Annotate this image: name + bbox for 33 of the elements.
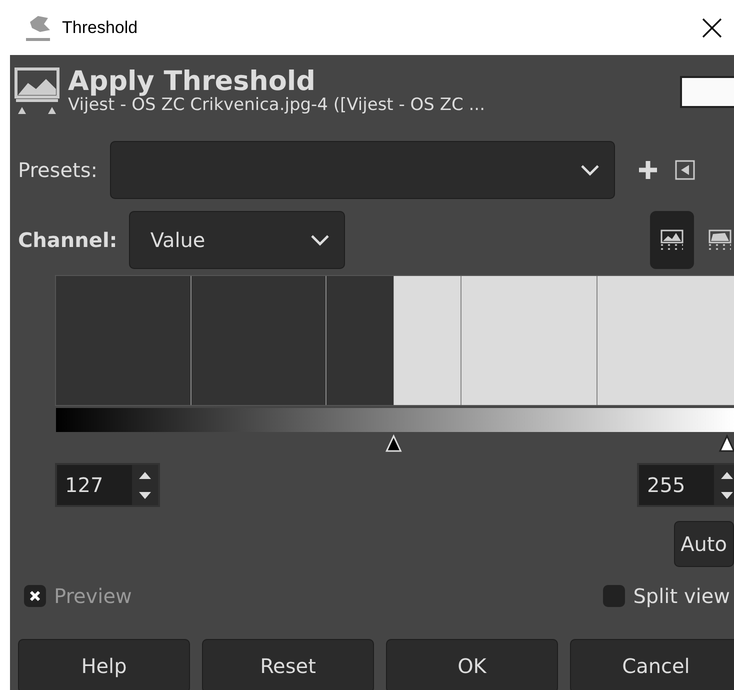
cross-icon [29, 590, 41, 602]
down-arrow-icon[interactable] [138, 490, 152, 500]
checkbox[interactable] [603, 585, 626, 607]
checkbox[interactable] [24, 585, 46, 607]
down-arrow-icon[interactable] [720, 490, 734, 500]
checkbox-label: Split view [633, 583, 730, 610]
histogram-icon [660, 229, 684, 251]
checkbox-label: Preview [54, 583, 132, 610]
close-icon[interactable] [702, 18, 722, 38]
high-threshold-handle[interactable] [718, 434, 734, 452]
dialog-button[interactable]: Reset [202, 639, 374, 690]
dialog-button[interactable]: Help [18, 639, 190, 690]
image-thumbnail [680, 76, 734, 108]
image-name: Vijest - OS ZC Crikvenica.jpg-4 ([Vijest - OS ZC ... [68, 95, 485, 116]
chevron-icon [310, 234, 330, 246]
channel-label: Channel: [18, 227, 118, 254]
histogram-icon [14, 67, 60, 117]
linear-histogram-button[interactable] [650, 211, 694, 269]
window-title: Threshold [62, 16, 138, 39]
up-arrow-icon[interactable] [720, 470, 734, 480]
dialog-title: Apply Threshold [68, 68, 316, 96]
auto-button[interactable]: Auto [674, 521, 734, 567]
presets-label: Presets: [18, 157, 98, 184]
dialog-button[interactable]: Cancel [570, 639, 734, 690]
dialog-button[interactable]: OK [386, 639, 558, 690]
add-icon[interactable] [636, 159, 659, 181]
up-arrow-icon[interactable] [138, 470, 152, 480]
chevron-icon [580, 164, 600, 176]
low-threshold-field[interactable]: 127 [55, 463, 160, 507]
histogram-icon [708, 229, 732, 251]
high-threshold-field[interactable]: 255 [637, 463, 734, 507]
low-threshold-handle[interactable] [385, 434, 402, 452]
channel-dropdown[interactable]: Value [129, 211, 346, 269]
